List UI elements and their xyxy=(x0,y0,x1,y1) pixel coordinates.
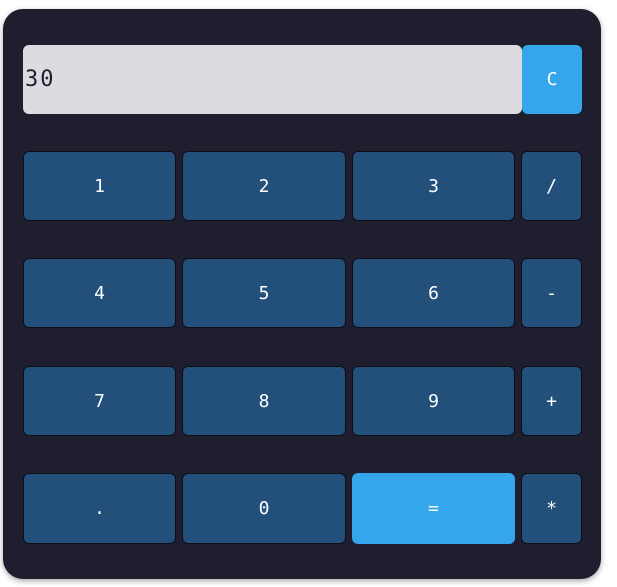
clear-button[interactable]: C xyxy=(522,45,582,114)
add-button[interactable]: + xyxy=(521,366,582,436)
subtract-button[interactable]: - xyxy=(521,258,582,328)
calculator: 30 C 1 2 3 / 4 5 6 - 7 8 9 + . 0 = * xyxy=(3,9,601,579)
digit-2-button[interactable]: 2 xyxy=(182,151,346,221)
digit-6-button[interactable]: 6 xyxy=(352,258,515,328)
decimal-button[interactable]: . xyxy=(23,473,176,544)
digit-1-button[interactable]: 1 xyxy=(23,151,176,221)
digit-8-button[interactable]: 8 xyxy=(182,366,346,436)
multiply-button[interactable]: * xyxy=(521,473,582,544)
equals-button[interactable]: = xyxy=(352,473,515,544)
divide-button[interactable]: / xyxy=(521,151,582,221)
digit-7-button[interactable]: 7 xyxy=(23,366,176,436)
digit-0-button[interactable]: 0 xyxy=(182,473,346,544)
digit-9-button[interactable]: 9 xyxy=(352,366,515,436)
display-field[interactable]: 30 xyxy=(23,45,522,114)
digit-5-button[interactable]: 5 xyxy=(182,258,346,328)
digit-4-button[interactable]: 4 xyxy=(23,258,176,328)
digit-3-button[interactable]: 3 xyxy=(352,151,515,221)
